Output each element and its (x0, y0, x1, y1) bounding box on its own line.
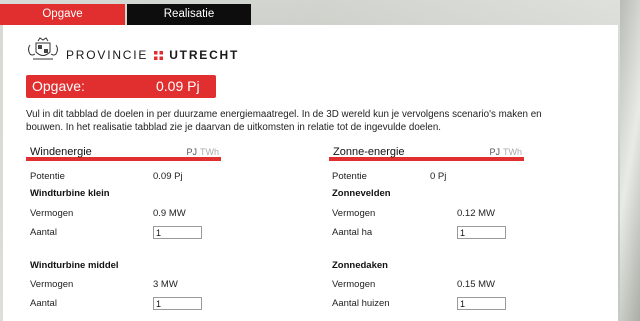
section-windenergie: Windenergie PJ TWh Potentie 0.09 Pj Windt… (26, 145, 221, 310)
subsection-title: Windturbine middel (30, 260, 119, 271)
unit-twh-option[interactable]: TWh (200, 147, 219, 157)
unit-pj-option[interactable]: PJ (489, 147, 500, 157)
vermogen-label: Vermogen (332, 279, 376, 290)
vermogen-label: Vermogen (30, 279, 74, 290)
vermogen-value: 0.15 MW (457, 279, 496, 290)
section-zonne-energie: Zonne-energie PJ TWh Potentie 0 Pj Zonnev… (329, 145, 524, 310)
opgave-summary: Opgave: 0.09 Pj (26, 75, 216, 98)
potentie-label: Potentie (30, 171, 65, 182)
section-title: Zonne-energie (333, 146, 405, 158)
unit-twh-option[interactable]: TWh (503, 147, 522, 157)
aantal-input-zonnedaken[interactable] (457, 297, 506, 310)
tab-bar: Opgave Realisatie (0, 0, 640, 25)
tab-realisatie[interactable]: Realisatie (127, 4, 251, 25)
vermogen-label: Vermogen (332, 208, 376, 219)
tab-opgave[interactable]: Opgave (0, 4, 125, 25)
aantal-label: Aantal (30, 298, 57, 309)
crest-icon (28, 37, 58, 60)
vermogen-value: 3 MW (153, 279, 178, 290)
section-header: Windenergie PJ TWh (26, 145, 221, 161)
aantal-label: Aantal huizen (332, 298, 390, 309)
aantal-input-zonnevelden[interactable] (457, 226, 506, 239)
potentie-value: 0 Pj (430, 171, 447, 182)
vermogen-value: 0.12 MW (457, 208, 496, 219)
opgave-value: 0.09 Pj (156, 78, 200, 94)
brand-name: PROVINCIE UTRECHT (66, 49, 239, 62)
brand-word-utrecht: UTRECHT (169, 48, 240, 62)
opgave-label: Opgave: (32, 78, 85, 94)
section-header: Zonne-energie PJ TWh (329, 145, 524, 161)
brand-separator-icon (154, 51, 164, 60)
aantal-input-windturbine-klein[interactable] (153, 226, 202, 239)
map-road (620, 0, 640, 321)
section-title: Windenergie (30, 146, 92, 158)
subsection-title: Windturbine klein (30, 188, 110, 199)
brand-word-provincie: PROVINCIE (66, 48, 149, 62)
aantal-label: Aantal ha (332, 227, 373, 238)
subsection-title: Zonnevelden (332, 188, 391, 199)
unit-toggle: PJ TWh (489, 147, 522, 157)
provincie-logo: PROVINCIE UTRECHT (25, 37, 237, 67)
unit-toggle: PJ TWh (186, 147, 219, 157)
unit-pj-option[interactable]: PJ (186, 147, 197, 157)
aantal-label: Aantal (30, 227, 57, 238)
potentie-label: Potentie (332, 171, 367, 182)
vermogen-value: 0.9 MW (153, 208, 186, 219)
subsection-title: Zonnedaken (332, 260, 388, 271)
potentie-value: 0.09 Pj (153, 171, 183, 182)
vermogen-label: Vermogen (30, 208, 74, 219)
opgave-panel: PROVINCIE UTRECHT Opgave: 0.09 Pj Vul in… (3, 25, 618, 321)
intro-text: Vul in dit tabblad de doelen in per duur… (26, 109, 542, 133)
aantal-input-windturbine-middel[interactable] (153, 297, 202, 310)
